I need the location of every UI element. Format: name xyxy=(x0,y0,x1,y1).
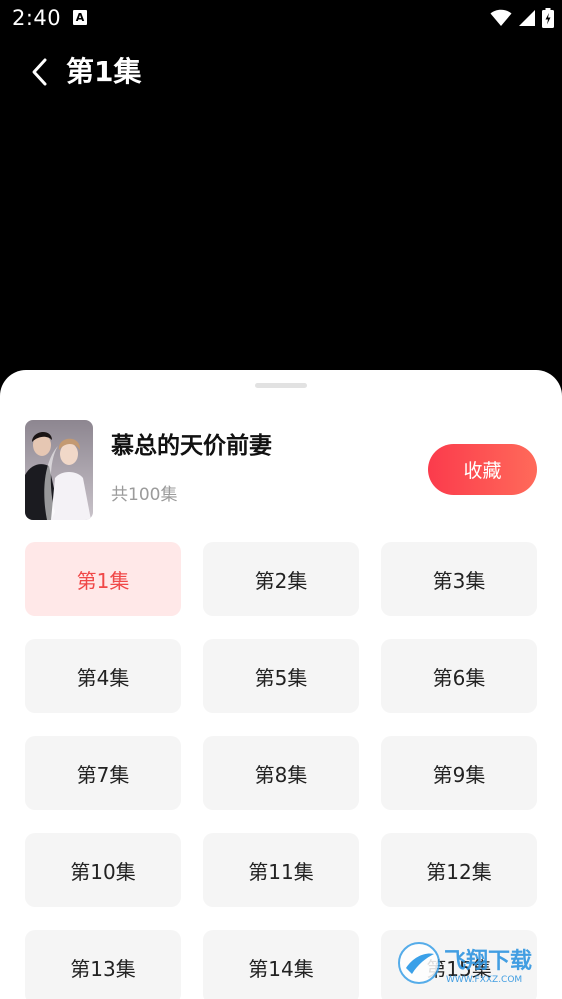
back-button[interactable] xyxy=(22,52,58,92)
status-time: 2:40 xyxy=(12,6,62,30)
episode-sheet: 慕总的天价前妻 共100集 收藏 第1集 第2集 第3集第4集 第5集 第6集第7集 第8… xyxy=(0,370,562,999)
episode-item[interactable]: 第4集 xyxy=(25,639,181,713)
page-title: 第1集 xyxy=(66,55,142,88)
drama-title: 慕总的天价前妻 xyxy=(111,433,272,459)
episode-item[interactable]: 第14集 xyxy=(203,930,359,999)
episode-count: 共100集 xyxy=(111,485,178,505)
episode-item[interactable]: 第2集 xyxy=(203,542,359,616)
drama-cover-image xyxy=(25,420,93,520)
episode-item[interactable]: 第8集 xyxy=(203,736,359,810)
episode-item[interactable]: 第10集 xyxy=(25,833,181,907)
episode-item[interactable]: 第3集 xyxy=(381,542,537,616)
episode-item[interactable]: 第1集 xyxy=(25,542,181,616)
episode-item[interactable]: 第15集 xyxy=(381,930,537,999)
wifi-icon xyxy=(490,9,512,26)
episode-item[interactable]: 第9集 xyxy=(381,736,537,810)
episode-item[interactable]: 第12集 xyxy=(381,833,537,907)
signal-icon xyxy=(519,10,535,26)
status-bar: 2:40 A xyxy=(0,0,562,36)
collect-button[interactable]: 收藏 xyxy=(428,444,537,495)
episode-grid: 第1集 第2集 第3集 第4集 第5集 第6集 第7集 第8集 第9集 第10集 第11集 第12集第… xyxy=(25,542,537,999)
sheet-drag-handle[interactable] xyxy=(255,383,307,388)
episode-item[interactable]: 第7集 xyxy=(25,736,181,810)
battery-icon xyxy=(542,8,554,28)
episode-item[interactable]: 第13集 xyxy=(25,930,181,999)
episode-item[interactable]: 第6集 xyxy=(381,639,537,713)
screen: 2:40 A 第1集 慕总的天价前妻 共100集 收藏 第1集 第2集 第3集 … xyxy=(0,0,562,999)
status-icons xyxy=(490,8,554,28)
notification-icon: A xyxy=(73,10,87,25)
episode-item[interactable]: 第11集 xyxy=(203,833,359,907)
chevron-left-icon xyxy=(32,58,47,86)
episode-item[interactable]: 第5集 xyxy=(203,639,359,713)
